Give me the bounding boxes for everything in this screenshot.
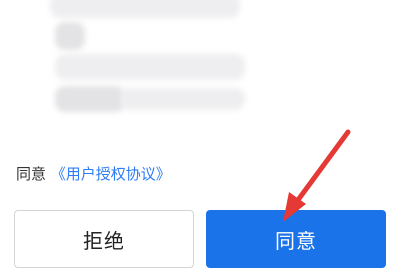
user-agreement-link[interactable]: 《用户授权协议》 (51, 165, 171, 183)
consent-text: 同意 《用户授权协议》 (16, 163, 171, 185)
agree-button[interactable]: 同意 (206, 210, 386, 268)
reject-button[interactable]: 拒绝 (14, 210, 194, 268)
blurred-text-line (120, 88, 245, 110)
blurred-text-line (55, 22, 85, 50)
agree-button-label: 同意 (275, 228, 317, 253)
blurred-text-line (50, 0, 240, 18)
blurred-text-line (55, 54, 245, 80)
blurred-content (0, 0, 400, 140)
blurred-text-line (55, 86, 125, 112)
consent-prefix: 同意 (16, 165, 47, 183)
reject-button-label: 拒绝 (83, 228, 125, 253)
